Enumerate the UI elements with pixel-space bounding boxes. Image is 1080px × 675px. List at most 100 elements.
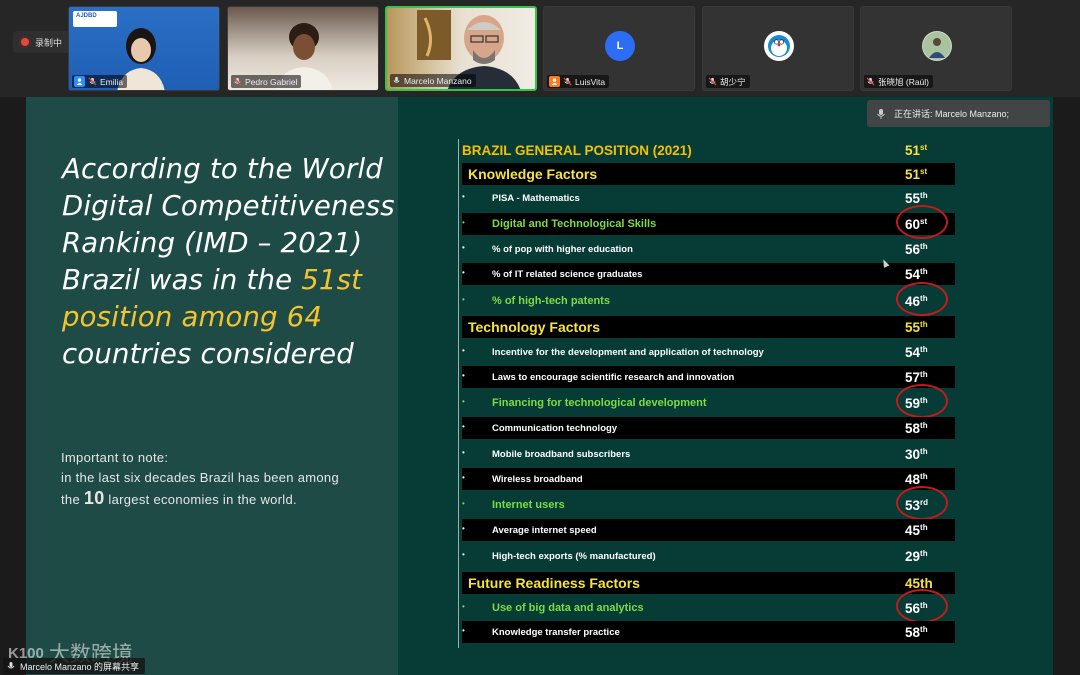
participant-name: Marcelo Manzano: [404, 75, 472, 86]
table-row: • Average internet speed 45th: [462, 519, 955, 541]
org-logo-card: AJDBD: [73, 11, 117, 27]
recording-indicator[interactable]: 录制中: [13, 31, 73, 53]
participant-tile-pedro[interactable]: Pedro Gabriel: [227, 6, 379, 91]
row-label: % of high-tech patents: [492, 295, 610, 307]
rank-value: 45: [905, 522, 921, 538]
ranking-title-row: BRAZIL GENERAL POSITION (2021) 51st: [462, 139, 959, 161]
note-post: largest economies in the world.: [104, 492, 297, 507]
table-row: • % of pop with higher education 56th: [462, 238, 955, 260]
highlight-circle: [896, 486, 948, 520]
table-row: • Knowledge transfer practice 58th: [462, 621, 955, 643]
active-speaker-label: 正在讲话: Marcelo Manzano;: [894, 109, 1010, 119]
bullet-icon: •: [462, 602, 465, 611]
table-row: • PISA - Mathematics 55th: [462, 187, 955, 209]
shared-screen: According to the World Digital Competiti…: [26, 97, 1053, 675]
rank-suffix: th: [920, 548, 928, 558]
record-icon: [21, 38, 29, 46]
bullet-icon: •: [462, 626, 465, 635]
table-row: • Digital and Technological Skills 60st: [462, 205, 955, 239]
user-icon: [74, 76, 85, 87]
mic-muted-icon: [563, 77, 572, 86]
row-rank: 57th: [905, 370, 945, 385]
user-icon: [549, 76, 560, 87]
bullet-icon: •: [462, 397, 465, 406]
participant-name-tag: 张晓旭 (Raúl): [864, 75, 934, 88]
participant-name: Pedro Gabriel: [245, 76, 298, 87]
bullet-icon: •: [462, 192, 465, 201]
row-label: Wireless broadband: [492, 473, 583, 485]
row-rank: 54th: [905, 345, 945, 360]
participant-tile-hu[interactable]: 胡少宁: [702, 6, 854, 91]
bullet-icon: •: [462, 371, 465, 380]
row-label: % of IT related science graduates: [492, 268, 643, 280]
active-speaker-indicator: 正在讲话: Marcelo Manzano;: [867, 100, 1050, 127]
table-row: • Use of big data and analytics 56th: [462, 589, 955, 623]
rank-suffix: th: [920, 522, 928, 532]
table-row: • Laws to encourage scientific research a…: [462, 366, 955, 388]
rank-suffix: th: [920, 420, 928, 430]
org-logo-text: AJDBD: [76, 13, 97, 19]
table-row: • High-tech exports (% manufactured) 29th: [462, 545, 955, 567]
table-row: • Communication technology 58th: [462, 417, 955, 439]
headline-text-end: countries considered: [62, 338, 354, 370]
rank-suffix: th: [920, 266, 928, 276]
screen-share-label-text: Marcelo Manzano 的屏幕共享: [20, 661, 140, 672]
participant-name: Emilia: [100, 76, 124, 87]
avatar-doraemon-icon: [764, 31, 794, 61]
participant-tile-zhang[interactable]: 张晓旭 (Raúl): [860, 6, 1012, 91]
bullet-icon: •: [462, 422, 465, 431]
row-rank: 30th: [905, 447, 945, 462]
row-rank: 54th: [905, 267, 945, 282]
row-label: Internet users: [492, 499, 565, 511]
rank-suffix: th: [920, 446, 928, 456]
bullet-icon: •: [462, 550, 465, 559]
table-row: • Internet users 53rd: [462, 486, 955, 520]
mic-muted-icon: [233, 77, 242, 86]
table-left-border: [458, 139, 459, 648]
highlight-circle: [896, 205, 948, 239]
row-label: Knowledge transfer practice: [492, 626, 620, 638]
row-label: Laws to encourage scientific research an…: [492, 371, 735, 383]
rank-value: 54: [905, 344, 921, 360]
rank-value: 55: [905, 319, 921, 335]
mic-muted-icon: [88, 77, 97, 86]
participant-name: 张晓旭 (Raúl): [878, 76, 930, 87]
row-label: Use of big data and analytics: [492, 602, 644, 614]
row-label: High-tech exports (% manufactured): [492, 550, 656, 562]
bullet-icon: •: [462, 243, 465, 252]
row-rank: 45th: [905, 523, 945, 538]
highlight-circle: [896, 589, 948, 623]
participant-tile-marcelo[interactable]: Marcelo Manzano: [385, 6, 537, 91]
mic-on-icon: [393, 76, 400, 83]
row-label: Digital and Technological Skills: [492, 218, 657, 230]
row-label: Future Readiness Factors: [468, 575, 640, 591]
note-pre: the: [61, 492, 84, 507]
rank-suffix: th: [920, 471, 928, 481]
bullet-icon: •: [462, 268, 465, 277]
bullet-icon: •: [462, 218, 465, 227]
participant-tile-luisvita[interactable]: L LuisVita: [543, 6, 695, 91]
row-label: PISA - Mathematics: [492, 192, 580, 204]
row-label: Mobile broadband subscribers: [492, 448, 631, 460]
share-mic-icon: [7, 662, 15, 669]
table-row: • % of IT related science graduates 54th: [462, 263, 955, 285]
rank-suffix: th: [920, 369, 928, 379]
row-label: Knowledge Factors: [468, 166, 598, 182]
avatar: L: [605, 31, 635, 61]
row-label: Average internet speed: [492, 524, 597, 536]
participant-tile-emilia[interactable]: AJDBD Emilia: [68, 6, 220, 91]
table-row: • Financing for technological development…: [462, 384, 955, 418]
note-heading: Important to note:: [61, 450, 169, 465]
participant-name: 胡少宁: [720, 76, 746, 87]
rank-suffix: st: [920, 142, 928, 152]
row-rank: 51st: [905, 167, 945, 182]
screen-share-label[interactable]: Marcelo Manzano 的屏幕共享: [3, 658, 146, 674]
row-rank: 56th: [905, 242, 945, 257]
rank-value: 58: [905, 624, 921, 640]
highlight-circle: [896, 384, 948, 418]
row-rank: 58th: [905, 625, 945, 640]
rank-value: 56: [905, 241, 921, 257]
rank-value: 30: [905, 446, 921, 462]
table-section-row: Technology Factors 55th: [462, 316, 955, 338]
row-rank: 29th: [905, 549, 945, 564]
